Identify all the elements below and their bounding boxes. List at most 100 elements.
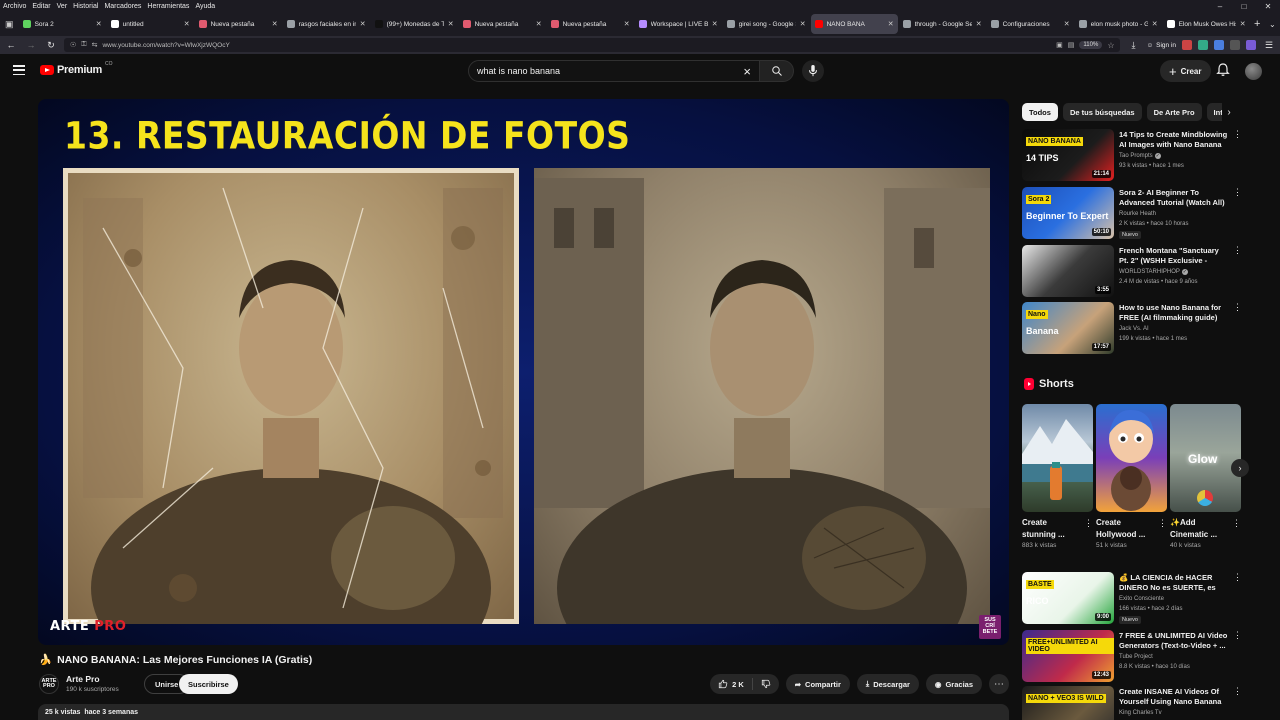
download-button[interactable]: ⤓ Descargar [856,674,919,694]
create-button[interactable]: + Crear [1160,60,1211,82]
tab-close-icon[interactable]: ✕ [448,20,454,28]
browser-tab[interactable]: elon musk photo - Go ✕ [1075,14,1162,34]
subscribe-badge[interactable]: SUS CRÍ BETE [979,615,1001,639]
browser-tab[interactable]: rasgos faciales en ingl ✕ [283,14,370,34]
tab-close-icon[interactable]: ✕ [712,20,718,28]
reader-view-icon[interactable]: ▤ [1068,41,1075,49]
short-thumbnail[interactable]: Glow [1170,404,1241,512]
guide-menu-icon[interactable] [13,65,25,75]
minimize-icon[interactable]: – [1208,0,1232,12]
recommended-video[interactable]: Sora 2 Beginner To Expert 50:10 Sora 2- AI … [1022,187,1246,239]
bookmark-star-icon[interactable]: ☆ [1107,41,1114,50]
video-thumbnail[interactable]: Sora 2 Beginner To Expert 50:10 [1022,187,1114,239]
video-channel[interactable]: Exito Consciente [1119,596,1164,602]
tab-close-icon[interactable]: ✕ [1064,20,1070,28]
more-actions-button[interactable]: ⋯ [989,674,1009,694]
video-thumbnail[interactable]: Nano Banana 17:57 [1022,302,1114,354]
short-thumbnail[interactable] [1096,404,1167,512]
menu-editar[interactable]: Editar [32,3,50,10]
url-text[interactable]: www.youtube.com/watch?v=WlwXjzWQOcY [102,42,1051,49]
share-button[interactable]: ➦ Compartir [785,674,850,694]
extension-green-icon[interactable] [1198,40,1208,50]
tab-manager-icon[interactable]: ▣ [0,19,19,30]
menu-historial[interactable]: Historial [73,3,98,10]
menu-marcadores[interactable]: Marcadores [104,3,141,10]
video-thumbnail[interactable]: BASTE RICO 9:00 [1022,572,1114,624]
tab-close-icon[interactable]: ✕ [96,20,102,28]
chip-from-searches[interactable]: De tus búsquedas [1062,103,1142,121]
tab-close-icon[interactable]: ✕ [800,20,806,28]
url-bar[interactable]: ☉ ⚿ ⇆ www.youtube.com/watch?v=WlwXjzWQOc… [64,38,1121,52]
video-more-icon[interactable]: ⋮ [1233,631,1242,640]
forward-icon[interactable]: → [24,38,38,52]
shield-icon[interactable]: ☉ [70,41,76,49]
browser-tab[interactable]: Workspace | LIVE Back ✕ [635,14,722,34]
tab-close-icon[interactable]: ✕ [272,20,278,28]
video-channel[interactable]: WORLDSTARHIPHOP ✓ [1119,269,1188,275]
video-title-link[interactable]: 7 FREE & UNLIMITED AI Video Generators (… [1119,631,1229,652]
app-menu-icon[interactable]: ☰ [1262,38,1276,52]
video-thumbnail[interactable]: NANO + VEO3 IS WILD [1022,686,1114,720]
browser-tab[interactable]: Nueva pestaña ✕ [195,14,282,34]
menu-ver[interactable]: Ver [57,3,68,10]
recommended-video[interactable]: NANO + VEO3 IS WILD Create INSANE AI Vide… [1022,686,1246,720]
browser-tab[interactable]: Nueva pestaña ✕ [459,14,546,34]
browser-tab[interactable]: Sora 2 ✕ [19,14,106,34]
short-more-icon[interactable]: ⋮ [1084,518,1093,529]
video-more-icon[interactable]: ⋮ [1233,573,1242,582]
video-title-link[interactable]: 💰 LA CIENCIA de HACER DINERO No es SUERT… [1119,573,1229,594]
video-channel[interactable]: King Charles Tv [1119,710,1162,716]
video-thumbnail[interactable]: 3:55 [1022,245,1114,297]
recommended-video[interactable]: BASTE RICO 9:00 💰 LA CIENCIA de HACER DINER… [1022,572,1246,624]
recommended-video[interactable]: 3:55 French Montana "Sanctuary Pt. 2" (WS… [1022,245,1246,297]
clear-search-icon[interactable]: × [743,64,751,79]
back-icon[interactable]: ← [4,38,18,52]
reload-icon[interactable]: ↻ [44,38,58,52]
extension-square-icon[interactable] [1230,40,1240,50]
video-channel[interactable]: Tube Project [1119,654,1153,660]
video-title-link[interactable]: How to use Nano Banana for FREE (AI film… [1119,303,1229,324]
picture-in-picture-icon[interactable]: ▣ [1056,41,1063,49]
video-channel[interactable]: Rourke Heath [1119,211,1156,217]
tab-close-icon[interactable]: ✕ [976,20,982,28]
channel-name[interactable]: Arte Pro [66,674,100,684]
voice-search-button[interactable] [802,60,824,82]
channel-avatar[interactable]: ARTE PRO [39,674,59,694]
video-player[interactable]: 13. RESTAURACIÓN DE FOTOS ARTE PRO SUS C… [38,99,1009,645]
tab-close-icon[interactable]: ✕ [360,20,366,28]
short-card[interactable]: Create Hollywood ... 51 k vistas ⋮ [1096,404,1167,549]
video-channel[interactable]: Jack Vs. AI [1119,326,1149,332]
tab-close-icon[interactable]: ✕ [536,20,542,28]
browser-tab[interactable]: (99+) Monedas de TikT ✕ [371,14,458,34]
video-title-link[interactable]: Sora 2- AI Beginner To Advanced Tutorial… [1119,188,1229,209]
short-title[interactable]: Create stunning ... [1022,517,1080,540]
browser-tab[interactable]: through - Google Sea ✕ [899,14,986,34]
browser-tab[interactable]: NANO BANA ✕ [810,14,898,34]
notifications-bell-icon[interactable] [1215,62,1231,78]
video-thumbnail[interactable]: FREE+UNLIMITED AI VIDEO 12:43 [1022,630,1114,682]
tab-close-icon[interactable]: ✕ [624,20,630,28]
video-more-icon[interactable]: ⋮ [1233,246,1242,255]
close-window-icon[interactable]: ✕ [1256,0,1280,12]
menu-archivo[interactable]: Archivo [3,3,26,10]
maximize-icon[interactable]: □ [1232,0,1256,12]
short-card[interactable]: Glow ✨Add Cinematic ... 40 k vistas ⋮ [1170,404,1241,549]
video-title-link[interactable]: 14 Tips to Create Mindblowing AI Images … [1119,130,1229,151]
chips-next-icon[interactable]: › [1222,103,1236,121]
permissions-icon[interactable]: ⇆ [92,41,98,49]
tab-list-icon[interactable]: ⌄ [1265,20,1280,29]
tab-close-icon[interactable]: ✕ [888,20,894,28]
dislike-button[interactable] [753,679,779,689]
tab-close-icon[interactable]: ✕ [184,20,190,28]
short-more-icon[interactable]: ⋮ [1232,518,1241,529]
short-title[interactable]: Create Hollywood ... [1096,517,1154,540]
video-more-icon[interactable]: ⋮ [1233,303,1242,312]
user-avatar[interactable] [1245,63,1262,80]
extension-red-icon[interactable] [1182,40,1192,50]
browser-tab[interactable]: Nueva pestaña ✕ [547,14,634,34]
short-thumbnail[interactable] [1022,404,1093,512]
thanks-button[interactable]: ◉ Gracias [925,674,982,694]
video-more-icon[interactable]: ⋮ [1233,687,1242,696]
zoom-level[interactable]: 110% [1079,41,1103,49]
recommended-video[interactable]: FREE+UNLIMITED AI VIDEO 12:43 7 FREE & UNL… [1022,630,1246,682]
